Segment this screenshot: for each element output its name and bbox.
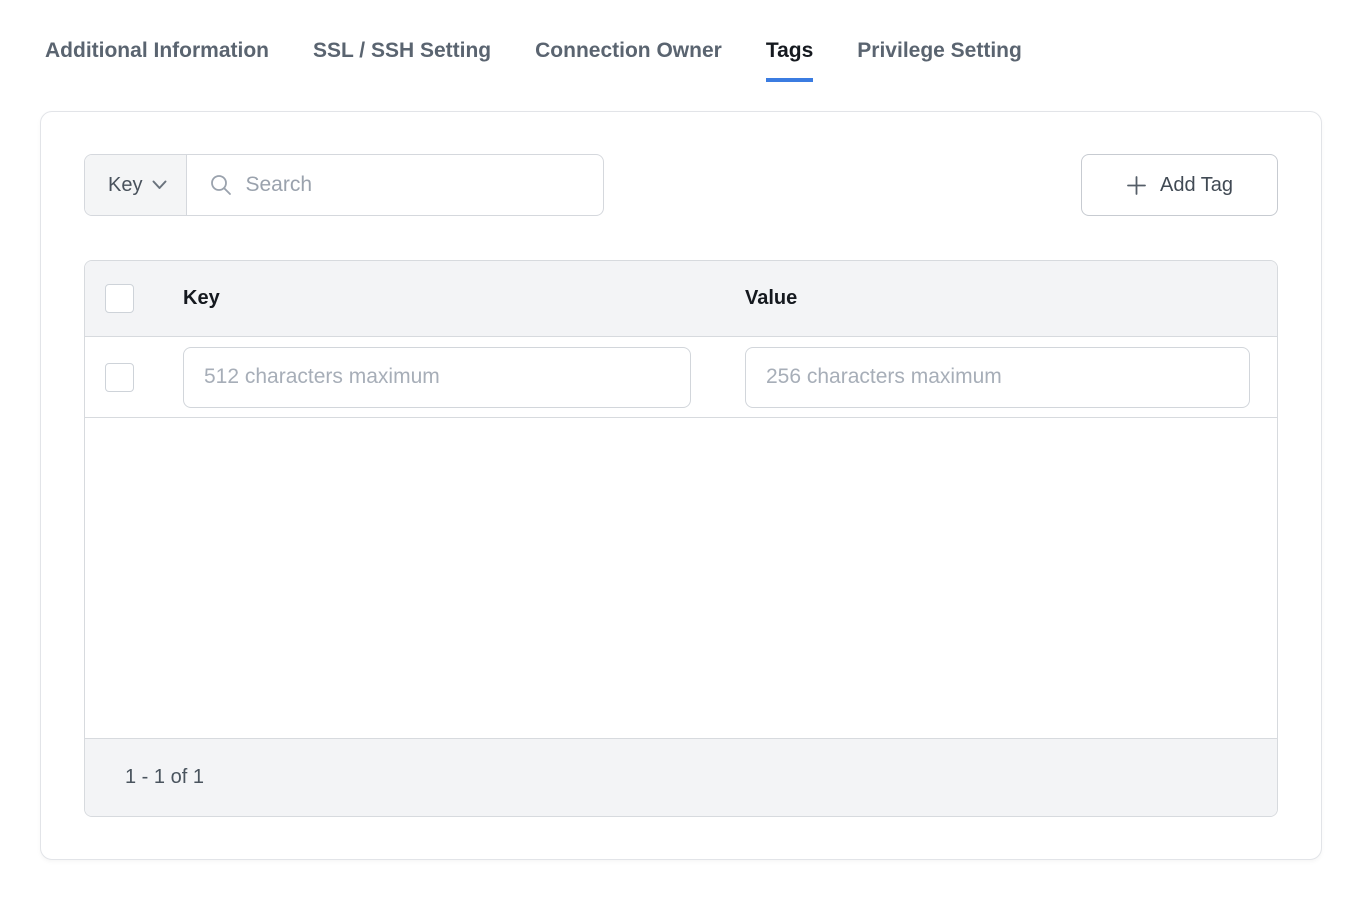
search-input[interactable] <box>245 173 587 197</box>
plus-icon <box>1126 175 1147 196</box>
tags-panel: Key <box>40 111 1322 860</box>
value-cell <box>745 347 1277 408</box>
row-checkbox[interactable] <box>105 363 134 392</box>
tags-table: Key Value 1 - 1 of 1 <box>84 260 1278 817</box>
table-empty-area <box>85 418 1277 738</box>
search-field-dropdown-label: Key <box>108 174 142 197</box>
chevron-down-icon <box>152 180 167 190</box>
tag-key-input[interactable] <box>183 347 691 408</box>
select-all-cell <box>85 284 183 313</box>
tag-value-input[interactable] <box>745 347 1250 408</box>
column-header-key: Key <box>183 287 745 310</box>
add-tag-button-label: Add Tag <box>1160 174 1233 197</box>
pagination-range-text: 1 - 1 of 1 <box>125 766 204 789</box>
search-icon <box>209 173 233 197</box>
table-header-row: Key Value <box>85 261 1277 337</box>
select-all-checkbox[interactable] <box>105 284 134 313</box>
tags-toolbar: Key <box>84 154 1278 216</box>
key-cell <box>183 347 745 408</box>
add-tag-button[interactable]: Add Tag <box>1081 154 1278 216</box>
search-field-dropdown[interactable]: Key <box>85 155 187 215</box>
tab-connection-owner[interactable]: Connection Owner <box>535 38 722 82</box>
tab-additional-information[interactable]: Additional Information <box>45 38 269 82</box>
row-checkbox-cell <box>85 363 183 392</box>
tabs-bar: Additional Information SSL / SSH Setting… <box>0 0 1366 82</box>
search-field <box>187 155 603 215</box>
tab-privilege-setting[interactable]: Privilege Setting <box>857 38 1022 82</box>
tab-tags[interactable]: Tags <box>766 38 813 82</box>
tab-ssl-ssh-setting[interactable]: SSL / SSH Setting <box>313 38 491 82</box>
table-row <box>85 337 1277 418</box>
column-header-value: Value <box>745 287 1277 310</box>
table-footer: 1 - 1 of 1 <box>85 738 1277 816</box>
search-combo: Key <box>84 154 604 216</box>
